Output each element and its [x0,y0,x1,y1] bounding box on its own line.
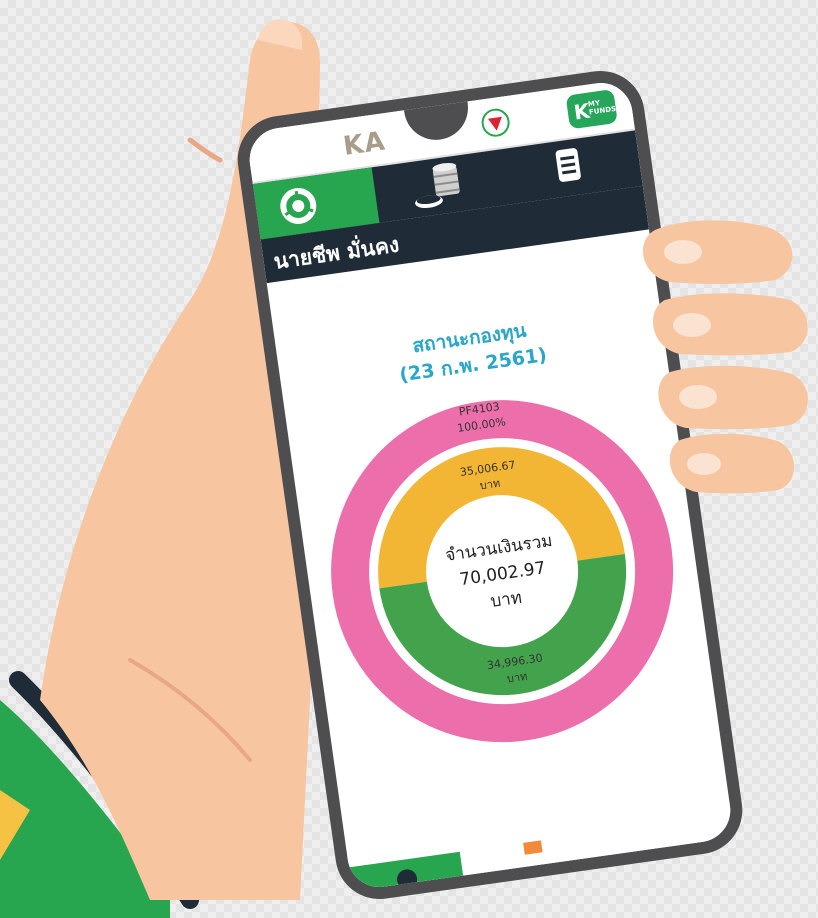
fingernail-4 [687,453,721,475]
fingernail-1 [664,240,702,264]
fingernail-3 [679,385,717,409]
fingernail-2 [673,313,711,337]
fingers-illustration [643,220,808,494]
